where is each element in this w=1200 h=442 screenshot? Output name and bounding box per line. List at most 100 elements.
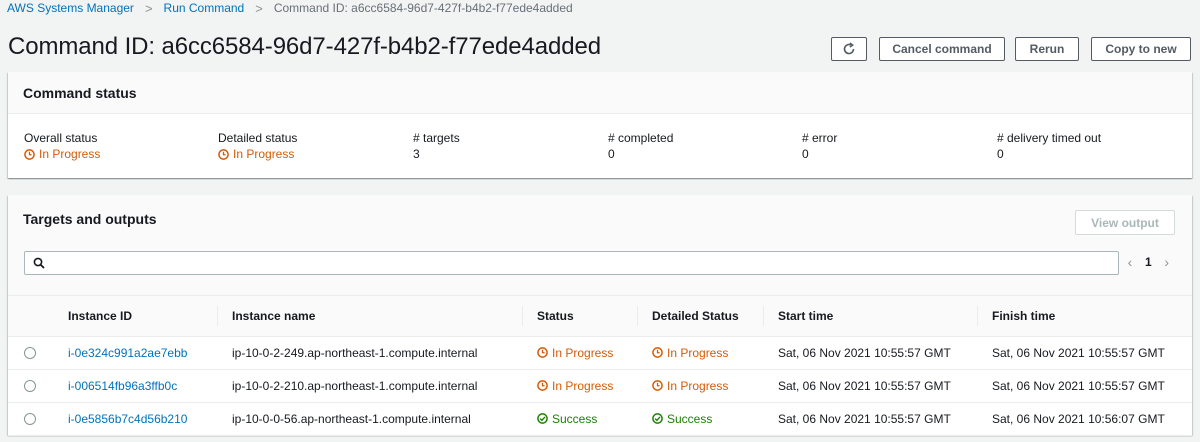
status-indicator: In Progress	[522, 346, 637, 360]
finish-time: Sat, 06 Nov 2021 10:55:57 GMT	[992, 345, 1165, 360]
row-radio-button[interactable]	[24, 379, 36, 392]
detailed-status-indicator: In Progress	[637, 379, 763, 393]
stat-label: # error	[802, 131, 838, 145]
command-status-header	[8, 72, 1192, 114]
targets-outputs-panel: Targets and outputs View output ‹ 1 › In…	[8, 195, 1192, 436]
chevron-left-icon[interactable]: ‹	[1122, 254, 1138, 270]
status-indicator: Success	[522, 412, 637, 426]
column-divider	[522, 306, 523, 326]
instance-name-cell: ip-10-0-2-249.ap-northeast-1.compute.int…	[217, 336, 522, 370]
chevron-right-icon: >	[255, 0, 263, 16]
page-title: Command ID: a6cc6584-96d7-427f-b4b2-f77e…	[8, 33, 601, 60]
clock-icon	[537, 347, 548, 358]
status-cell: Success	[522, 402, 637, 436]
column-header-label: Finish time	[992, 308, 1056, 323]
cancel-command-button[interactable]: Cancel command	[879, 37, 1005, 61]
row-select-cell	[8, 369, 53, 403]
status-cell: In Progress	[522, 369, 637, 403]
row-select-cell	[8, 402, 53, 436]
breadcrumb-run-command[interactable]: Run Command	[164, 1, 245, 15]
column-header-start-time[interactable]: Start time	[763, 296, 977, 337]
breadcrumb-systems-manager[interactable]: AWS Systems Manager	[7, 1, 134, 15]
status-text: In Progress	[552, 378, 614, 393]
column-header-label: Instance ID	[68, 308, 133, 323]
stat-label: Detailed status	[218, 131, 298, 145]
start-time-cell: Sat, 06 Nov 2021 10:55:57 GMT	[763, 402, 977, 436]
table-row[interactable]: i-0e5856b7c4d56b210 ip-10-0-0-56.ap-nort…	[8, 402, 1192, 436]
search-icon	[33, 257, 45, 269]
column-header-instance-id[interactable]: Instance ID	[53, 296, 217, 337]
targets-title: Targets and outputs	[23, 211, 157, 227]
start-time-cell: Sat, 06 Nov 2021 10:55:57 GMT	[763, 369, 977, 403]
stat-value: 0	[802, 147, 809, 161]
column-header-label: Instance name	[232, 308, 316, 323]
instance-name: ip-10-0-0-56.ap-northeast-1.compute.inte…	[232, 411, 471, 426]
start-time: Sat, 06 Nov 2021 10:55:57 GMT	[778, 411, 951, 426]
search-box[interactable]	[24, 251, 1119, 275]
pagination: ‹ 1 ›	[1122, 250, 1175, 274]
table-row[interactable]: i-0e324c991a2ae7ebb ip-10-0-2-249.ap-nor…	[8, 336, 1192, 370]
finish-time: Sat, 06 Nov 2021 10:55:57 GMT	[992, 378, 1165, 393]
stat-label: # delivery timed out	[997, 131, 1102, 145]
column-header-detailed-status[interactable]: Detailed Status	[637, 296, 763, 337]
instance-name: ip-10-0-2-249.ap-northeast-1.compute.int…	[232, 345, 478, 360]
instance-id-cell: i-0e5856b7c4d56b210	[53, 402, 217, 436]
command-status-title: Command status	[23, 85, 137, 101]
status-cell: In Progress	[522, 336, 637, 370]
clock-icon	[652, 380, 663, 391]
status-indicator: In Progress	[522, 379, 637, 393]
table-row[interactable]: i-006514fb96a3ffb0c ip-10-0-2-210.ap-nor…	[8, 369, 1192, 403]
stat-value: 0	[997, 147, 1004, 161]
finish-time-cell: Sat, 06 Nov 2021 10:55:57 GMT	[977, 336, 1192, 370]
column-header-finish-time[interactable]: Finish time	[977, 296, 1192, 337]
start-time-cell: Sat, 06 Nov 2021 10:55:57 GMT	[763, 336, 977, 370]
column-header-label: Detailed Status	[652, 308, 739, 323]
copy-to-new-button[interactable]: Copy to new	[1091, 37, 1191, 61]
breadcrumb: AWS Systems Manager > Run Command > Comm…	[7, 0, 573, 16]
page-number[interactable]: 1	[1145, 255, 1152, 269]
refresh-button[interactable]	[831, 37, 867, 61]
status-text: Success	[552, 411, 598, 426]
instance-id-link[interactable]: i-0e5856b7c4d56b210	[53, 412, 187, 426]
rerun-button[interactable]: Rerun	[1015, 37, 1079, 61]
detailed-status-cell: Success	[637, 402, 763, 436]
instance-id-link[interactable]: i-0e324c991a2ae7ebb	[53, 346, 187, 360]
column-divider	[217, 306, 218, 326]
search-input[interactable]	[51, 253, 1118, 273]
finish-time: Sat, 06 Nov 2021 10:56:07 GMT	[992, 411, 1165, 426]
column-header-status[interactable]: Status	[522, 296, 637, 337]
column-header-instance-name[interactable]: Instance name	[217, 296, 522, 337]
detailed-status-indicator: Success	[637, 412, 763, 426]
column-header-label: Status	[537, 308, 574, 323]
start-time: Sat, 06 Nov 2021 10:55:57 GMT	[778, 345, 951, 360]
instance-id-cell: i-006514fb96a3ffb0c	[53, 369, 217, 403]
view-output-button[interactable]: View output	[1075, 210, 1175, 235]
stat-label: # completed	[608, 131, 674, 145]
row-radio-button[interactable]	[24, 346, 36, 359]
stat-label: Overall status	[24, 131, 98, 145]
targets-table: Instance ID Instance name Status Detaile…	[8, 296, 1192, 436]
stat-completed: # completed 0	[608, 131, 673, 161]
instance-name-cell: ip-10-0-0-56.ap-northeast-1.compute.inte…	[217, 402, 522, 436]
finish-time-cell: Sat, 06 Nov 2021 10:55:57 GMT	[977, 369, 1192, 403]
detailed-status-value: In Progress	[233, 147, 295, 161]
overall-status-value: In Progress	[39, 147, 101, 161]
detailed-status-text: In Progress	[667, 378, 729, 393]
clock-icon	[652, 347, 663, 358]
refresh-icon	[843, 42, 855, 55]
breadcrumb-current: Command ID: a6cc6584-96d7-427f-b4b2-f77e…	[273, 1, 573, 15]
stat-error: # error 0	[802, 131, 837, 161]
stat-targets: # targets 3	[413, 131, 460, 161]
chevron-right-icon[interactable]: ›	[1159, 254, 1175, 270]
chevron-right-icon: >	[144, 0, 153, 16]
command-status-panel: Command status Overall status In Progres…	[8, 72, 1192, 178]
column-divider	[977, 306, 978, 326]
table-header-row: Instance ID Instance name Status Detaile…	[8, 296, 1192, 337]
stat-overall-status: Overall status In Progress	[24, 131, 100, 161]
instance-id-link[interactable]: i-006514fb96a3ffb0c	[53, 379, 177, 393]
row-radio-button[interactable]	[24, 412, 36, 425]
select-column-header	[8, 296, 53, 337]
status-text: In Progress	[552, 345, 614, 360]
column-divider	[763, 306, 764, 326]
stat-value: 0	[608, 147, 615, 161]
